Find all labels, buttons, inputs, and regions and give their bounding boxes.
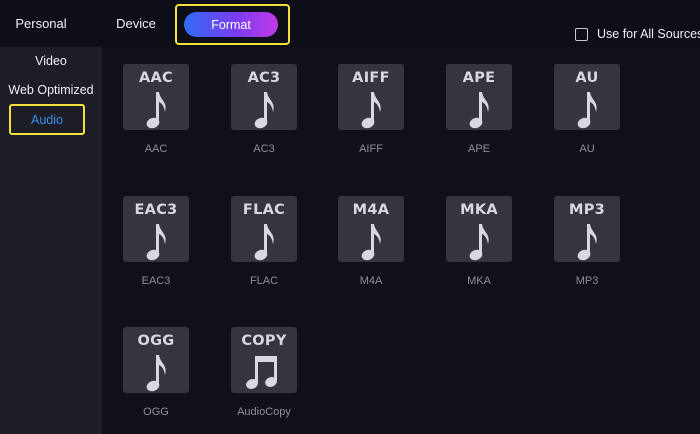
format-name-label: AU: [579, 143, 595, 155]
music-note-icon: [574, 222, 600, 269]
format-tile-au[interactable]: AU: [554, 64, 620, 130]
format-grid: AAC AAC AC3 AC3 AIFF AIFF APE APE AU AU EAC3 EAC3 FL…: [102, 47, 700, 434]
format-code-label: OGG: [137, 333, 175, 349]
music-note-icon: [143, 222, 169, 269]
format-name-label: APE: [467, 143, 490, 155]
format-tile-eac3[interactable]: EAC3: [123, 196, 189, 262]
format-item-ape[interactable]: APE APE: [446, 64, 512, 155]
music-note-icon: [143, 90, 169, 137]
use-for-all-sources-option[interactable]: Use for All Sources: [575, 26, 700, 42]
format-tile-mka[interactable]: MKA: [446, 196, 512, 262]
format-item-au[interactable]: AU AU: [554, 64, 620, 155]
format-code-label: AAC: [139, 70, 173, 86]
format-code-label: APE: [462, 70, 496, 86]
format-name-label: M4A: [359, 275, 383, 287]
format-code-label: AC3: [247, 70, 281, 86]
format-item-copy[interactable]: COPY AudioCopy: [231, 327, 297, 418]
format-tile-aiff[interactable]: AIFF: [338, 64, 404, 130]
format-tile-ac3[interactable]: AC3: [231, 64, 297, 130]
format-tile-copy[interactable]: COPY: [231, 327, 297, 393]
format-item-m4a[interactable]: M4A M4A: [338, 196, 404, 287]
sidebar-item-video[interactable]: Video: [0, 47, 102, 75]
format-item-eac3[interactable]: EAC3 EAC3: [123, 196, 189, 287]
beamed-notes-icon: [246, 353, 282, 398]
format-tile-m4a[interactable]: M4A: [338, 196, 404, 262]
format-code-label: MKA: [460, 202, 498, 218]
format-item-ac3[interactable]: AC3 AC3: [231, 64, 297, 155]
tab-device[interactable]: Device: [103, 0, 169, 47]
use-for-all-sources-checkbox[interactable]: [575, 27, 588, 41]
format-item-mp3[interactable]: MP3 MP3: [554, 196, 620, 287]
format-name-label: OGG: [143, 406, 169, 418]
tab-personal[interactable]: Personal: [0, 0, 82, 47]
format-code-label: AIFF: [352, 70, 390, 86]
format-code-label: FLAC: [242, 202, 286, 218]
format-item-flac[interactable]: FLAC FLAC: [231, 196, 297, 287]
format-tile-mp3[interactable]: MP3: [554, 196, 620, 262]
music-note-icon: [466, 222, 492, 269]
music-note-icon: [251, 222, 277, 269]
category-sidebar: Video Web Optimized Audio: [0, 47, 102, 434]
format-code-label: MP3: [568, 202, 606, 218]
use-for-all-sources-label: Use for All Sources: [597, 27, 700, 41]
format-tile-flac[interactable]: FLAC: [231, 196, 297, 262]
music-note-icon: [466, 90, 492, 137]
sidebar-item-audio[interactable]: Audio: [9, 104, 85, 135]
format-tile-ape[interactable]: APE: [446, 64, 512, 130]
format-name-label: EAC3: [141, 275, 171, 287]
format-name-label: AIFF: [359, 143, 383, 155]
top-bar: Personal Device Format Use for All Sourc…: [0, 0, 700, 47]
format-code-label: AU: [575, 70, 599, 86]
format-code-label: COPY: [241, 333, 287, 349]
format-tile-ogg[interactable]: OGG: [123, 327, 189, 393]
format-name-label: AAC: [144, 143, 168, 155]
music-note-icon: [358, 90, 384, 137]
music-note-icon: [574, 90, 600, 137]
format-name-label: FLAC: [249, 275, 279, 287]
format-item-aiff[interactable]: AIFF AIFF: [338, 64, 404, 155]
music-note-icon: [143, 353, 169, 400]
format-tile-aac[interactable]: AAC: [123, 64, 189, 130]
format-code-label: EAC3: [134, 202, 178, 218]
format-name-label: MP3: [575, 275, 599, 287]
music-note-icon: [251, 90, 277, 137]
sidebar-item-web-optimized[interactable]: Web Optimized: [0, 76, 102, 104]
format-name-label: AC3: [253, 143, 275, 155]
format-item-aac[interactable]: AAC AAC: [123, 64, 189, 155]
format-item-mka[interactable]: MKA MKA: [446, 196, 512, 287]
format-item-ogg[interactable]: OGG OGG: [123, 327, 189, 418]
tab-format[interactable]: Format: [184, 12, 278, 37]
format-code-label: M4A: [352, 202, 390, 218]
format-name-label: AudioCopy: [237, 406, 291, 418]
music-note-icon: [358, 222, 384, 269]
format-name-label: MKA: [467, 275, 491, 287]
